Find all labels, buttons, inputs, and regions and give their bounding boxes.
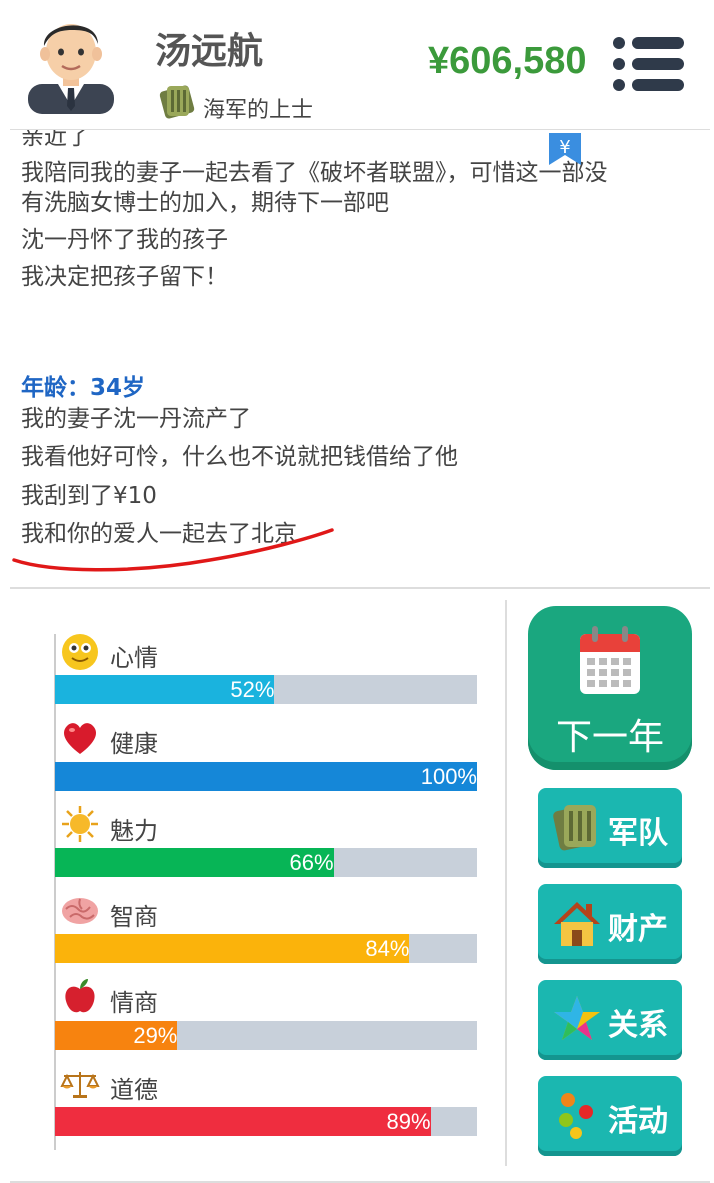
log-line: 沈一丹怀了我的孩子 bbox=[21, 227, 228, 253]
army-label: 军队 bbox=[608, 816, 668, 851]
stat-bar-charm: 66% bbox=[55, 848, 477, 877]
stat-label-mood: 心情 bbox=[110, 644, 158, 672]
log-line: 我看他好可怜，什么也不说就把钱借给了他 bbox=[21, 444, 458, 470]
stat-value: 66% bbox=[289, 850, 334, 875]
next-year-label: 下一年 bbox=[555, 717, 664, 758]
activities-label: 活动 bbox=[608, 1104, 668, 1139]
rank-label: 海军的上士 bbox=[203, 98, 314, 123]
log-divider bbox=[10, 587, 710, 589]
star-icon bbox=[554, 996, 600, 1040]
bookmark-symbol: ¥ bbox=[559, 137, 570, 158]
calendar-icon bbox=[580, 626, 640, 694]
stat-bar-fill: 84% bbox=[55, 934, 410, 963]
stat-label-morality: 道德 bbox=[110, 1076, 158, 1104]
avatar[interactable] bbox=[28, 14, 114, 114]
next-year-button[interactable]: 下一年 bbox=[528, 606, 692, 770]
activity-dots-icon bbox=[559, 1093, 593, 1139]
property-button[interactable]: 财产 bbox=[538, 884, 682, 964]
red-underline-annotation bbox=[12, 528, 334, 572]
log-line: 我决定把孩子留下！ bbox=[21, 264, 228, 290]
stat-bar-mood: 52% bbox=[55, 675, 477, 704]
age-heading: 年龄：34岁 bbox=[21, 375, 146, 401]
stat-value: 89% bbox=[386, 1109, 431, 1134]
relations-label: 关系 bbox=[608, 1008, 668, 1043]
brain-icon bbox=[62, 898, 98, 924]
money-amount: ¥606,580 bbox=[428, 40, 587, 82]
stat-value: 29% bbox=[133, 1023, 178, 1048]
scales-icon bbox=[60, 1072, 100, 1098]
army-button[interactable]: 军队 bbox=[538, 788, 682, 868]
stat-bar-fill: 66% bbox=[55, 848, 334, 877]
stat-label-eq: 情商 bbox=[110, 989, 158, 1017]
stat-value: 84% bbox=[365, 936, 410, 961]
stats-axis-line bbox=[54, 634, 56, 1150]
stat-bar-health: 100% bbox=[55, 762, 477, 791]
stat-bar-eq: 29% bbox=[55, 1021, 477, 1050]
stat-bar-fill: 89% bbox=[55, 1107, 431, 1136]
heart-icon bbox=[64, 723, 96, 754]
stat-value: 52% bbox=[230, 677, 275, 702]
stat-bar-morality: 89% bbox=[55, 1107, 477, 1136]
stat-bar-fill: 100% bbox=[55, 762, 477, 791]
apple-icon bbox=[65, 979, 95, 1013]
smiley-face-icon bbox=[62, 634, 98, 670]
stat-bar-fill: 52% bbox=[55, 675, 275, 704]
bookmark-icon[interactable]: ¥ bbox=[547, 133, 583, 167]
sun-icon bbox=[62, 806, 98, 842]
stat-label-charm: 魅力 bbox=[110, 817, 158, 845]
military-badge-icon bbox=[553, 805, 596, 851]
log-line: 我的妻子沈一丹流产了 bbox=[21, 406, 251, 432]
stat-bar-iq: 84% bbox=[55, 934, 477, 963]
stat-value: 100% bbox=[420, 764, 477, 789]
activities-button[interactable]: 活动 bbox=[538, 1076, 682, 1156]
log-line: 亲近了 bbox=[21, 130, 90, 150]
stat-bar-fill: 29% bbox=[55, 1021, 178, 1050]
stat-label-health: 健康 bbox=[110, 730, 158, 758]
house-icon bbox=[554, 902, 600, 946]
player-name: 汤远航 bbox=[155, 31, 264, 72]
relations-button[interactable]: 关系 bbox=[538, 980, 682, 1060]
property-label: 财产 bbox=[608, 912, 668, 947]
log-line: 有洗脑女博士的加入，期待下一部吧 bbox=[21, 190, 389, 216]
military-badge-icon bbox=[159, 85, 195, 119]
hamburger-menu-icon[interactable] bbox=[612, 36, 686, 92]
column-divider bbox=[505, 600, 507, 1166]
stat-label-iq: 智商 bbox=[110, 903, 158, 931]
log-line: 我刮到了¥10 bbox=[21, 483, 157, 509]
log-line: 我陪同我的妻子一起去看了《破坏者联盟》，可惜这一部没 bbox=[21, 160, 608, 186]
header: 汤远航 海军的上士 ¥606,580 bbox=[0, 0, 714, 130]
